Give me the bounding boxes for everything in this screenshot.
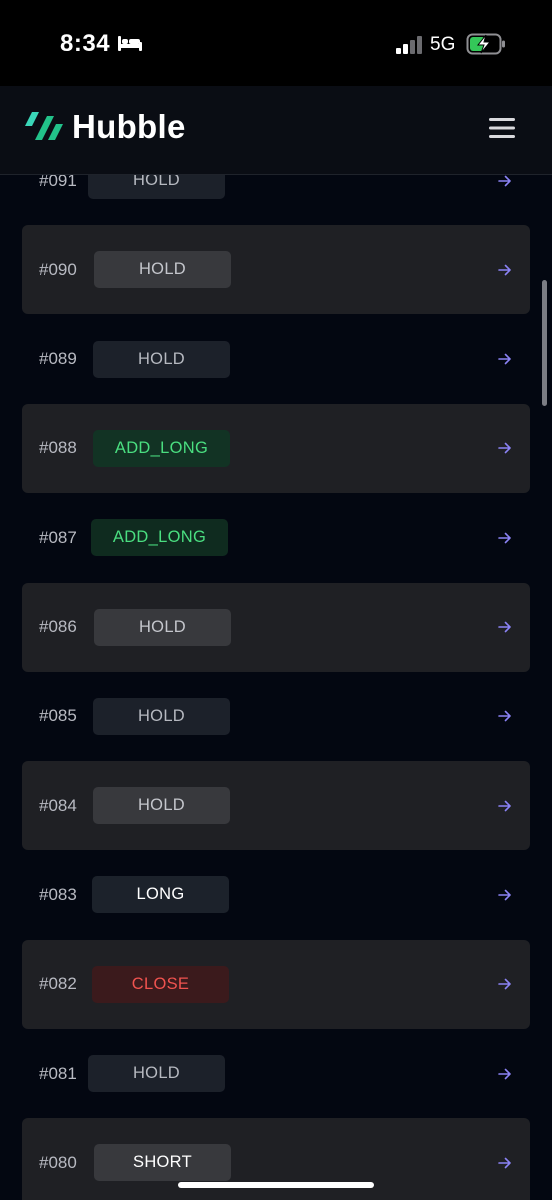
list-item[interactable]: #085 HOLD: [22, 672, 530, 761]
row-id: #085: [39, 706, 77, 726]
arrow-right-icon[interactable]: [498, 225, 512, 314]
signal-badge: HOLD: [93, 340, 230, 378]
row-id: #081: [39, 1063, 77, 1083]
arrow-right-icon[interactable]: [498, 850, 512, 939]
arrow-right-icon[interactable]: [498, 315, 512, 404]
menu-icon[interactable]: [488, 116, 516, 145]
arrow-right-icon[interactable]: [498, 404, 512, 493]
list-item[interactable]: #082 CLOSE: [22, 939, 530, 1029]
row-id: #089: [39, 349, 77, 369]
arrow-right-icon[interactable]: [498, 1118, 512, 1200]
list-item[interactable]: #087 ADD_LONG: [22, 493, 530, 582]
list-item[interactable]: #088 ADD_LONG: [22, 403, 530, 493]
row-id: #086: [39, 617, 77, 636]
signal-badge: LONG: [92, 876, 229, 914]
signal-badge: HOLD: [94, 251, 231, 289]
row-id: #080: [39, 1152, 77, 1172]
row-id: #090: [39, 259, 77, 279]
signal-badge: ADD_LONG: [93, 429, 230, 467]
battery-charging-icon: [466, 33, 506, 60]
arrow-right-icon[interactable]: [498, 761, 512, 850]
list-item[interactable]: #081 HOLD: [22, 1029, 530, 1118]
signal-badge: HOLD: [93, 697, 230, 735]
network-label: 5G: [430, 34, 456, 55]
arrow-right-icon[interactable]: [498, 672, 512, 761]
row-id: #083: [39, 884, 77, 904]
list-item[interactable]: #090 HOLD: [22, 225, 530, 315]
signal-icon: [396, 36, 424, 59]
row-id: #088: [39, 438, 77, 458]
list-item[interactable]: #089 HOLD: [22, 315, 530, 404]
arrow-right-icon[interactable]: [498, 493, 512, 582]
app-header: Hubble: [0, 86, 552, 175]
arrow-right-icon[interactable]: [498, 583, 512, 672]
arrow-right-icon[interactable]: [498, 175, 512, 225]
app-name[interactable]: Hubble: [72, 108, 186, 146]
signal-badge: SHORT: [94, 1144, 231, 1182]
row-id: #091: [39, 175, 77, 190]
signal-badge: HOLD: [93, 787, 230, 825]
arrow-right-icon[interactable]: [498, 940, 512, 1029]
scrollbar[interactable]: [542, 280, 547, 406]
arrow-right-icon[interactable]: [498, 1029, 512, 1118]
signal-list[interactable]: #091 HOLD #090 HOLD #089 HOLD #088 ADD_LONG #087…: [0, 175, 552, 1200]
hubble-logo-icon[interactable]: [23, 108, 65, 153]
signal-badge: ADD_LONG: [91, 519, 228, 557]
signal-badge: HOLD: [88, 1055, 225, 1092]
status-time: 8:34: [60, 30, 111, 57]
row-id: #084: [39, 795, 77, 815]
signal-badge: HOLD: [94, 608, 231, 646]
list-item[interactable]: #091 HOLD: [22, 175, 530, 225]
list-item[interactable]: #086 HOLD: [22, 582, 530, 672]
row-id: #087: [39, 527, 77, 547]
bed-icon: [117, 34, 143, 57]
list-item[interactable]: #084 HOLD: [22, 761, 530, 851]
list-item[interactable]: #083 LONG: [22, 850, 530, 939]
signal-badge: CLOSE: [92, 965, 229, 1003]
signal-badge: HOLD: [88, 175, 225, 199]
row-id: #082: [39, 974, 77, 994]
status-bar: 8:34 5G: [0, 0, 552, 86]
home-indicator[interactable]: [178, 1182, 374, 1188]
